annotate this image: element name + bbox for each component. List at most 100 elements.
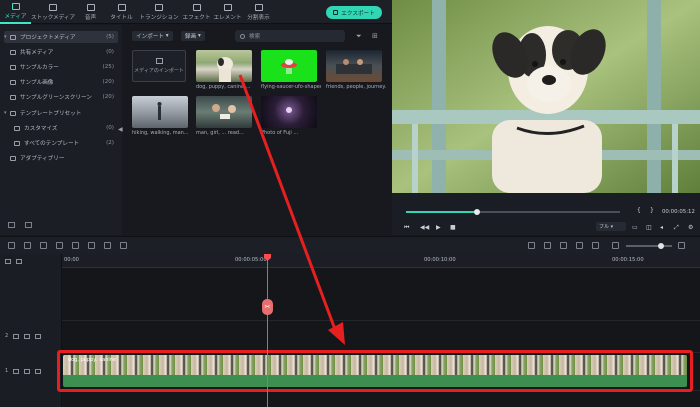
stop-icon[interactable]: ■ [450, 224, 456, 231]
sidebar-item-customize[interactable]: カスタマイズ (0) [14, 122, 118, 134]
sidebar-item-template-presets[interactable]: ▾ テンプレートプリセット [4, 107, 118, 119]
progress-handle[interactable] [473, 209, 480, 215]
sidebar-item-project-media[interactable]: ▾ プロジェクトメディア (5) [4, 31, 118, 43]
timeline-zoom-slider[interactable] [626, 243, 672, 249]
add-track-controls[interactable] [5, 259, 22, 264]
settings-icon[interactable]: ⚙ [688, 224, 693, 231]
import-tile-label: メディアのインポート [134, 68, 184, 74]
grid-view-icon[interactable]: ⊞ [372, 32, 378, 40]
media-thumb-label: friends, people, journey... [326, 84, 386, 90]
sidebar-item-sample-images[interactable]: サンプル画像 (20) [4, 76, 118, 88]
mark-in-icon[interactable]: { [637, 207, 641, 214]
split-icon[interactable] [56, 242, 63, 249]
tab-transition[interactable]: トランジション [137, 0, 181, 24]
sidebar-item-label: カスタマイズ [24, 126, 58, 132]
preview-viewer[interactable] [392, 0, 700, 193]
folder-icon [10, 94, 16, 100]
zoom-out-icon[interactable] [612, 242, 619, 249]
sidebar-item-sample-colors[interactable]: サンプルカラー (25) [4, 61, 118, 73]
sidebar-item-sample-greenscreen[interactable]: サンプルグリーンスクリーン (20) [4, 91, 118, 103]
sidebar-item-all-templates[interactable]: すべてのテンプレート (2) [14, 137, 118, 149]
track-number: 1 [5, 368, 9, 374]
media-thumb-label: Photo of Fuji ... [261, 130, 299, 136]
new-folder-icon[interactable] [8, 222, 15, 228]
media-thumb-dog[interactable] [196, 50, 252, 82]
fullscreen-icon[interactable]: ⤢ [674, 224, 679, 232]
ruler-timecode: 00:00:15:00 [612, 257, 644, 263]
playhead-line[interactable] [267, 254, 268, 407]
sidebar-item-shared-media[interactable]: 共有メディア (0) [4, 46, 118, 58]
tab-label: エレメント [213, 14, 242, 21]
play-icon[interactable]: ▶ [436, 224, 441, 231]
reading-thumbnail [212, 104, 236, 119]
eye-icon[interactable] [35, 368, 42, 374]
redo-icon[interactable] [24, 242, 31, 249]
sidebar-item-adaptive[interactable]: アダプティブリー [4, 152, 118, 164]
snapshot-icon[interactable]: ◫ [646, 224, 652, 231]
mark-out-icon[interactable]: } [650, 207, 654, 214]
sidebar-item-count: (5) [106, 34, 114, 40]
tab-stock-media[interactable]: ストックメディア [31, 0, 75, 24]
hiking-thumbnail [157, 102, 162, 120]
collapse-sidebar-icon[interactable]: ◀ [118, 126, 123, 133]
tab-effect[interactable]: エフェクト [181, 0, 212, 24]
color-icon[interactable] [104, 242, 111, 249]
mixer-icon[interactable] [576, 242, 583, 249]
preview-progress-bar[interactable] [406, 209, 620, 215]
eye-icon[interactable] [35, 333, 42, 339]
preview-zoom-dropdown[interactable]: フル ▾ [596, 222, 626, 231]
filter-icon[interactable]: ⏷ [356, 32, 362, 41]
render-icon[interactable] [528, 242, 535, 249]
tab-media[interactable]: メディア [0, 0, 31, 24]
tab-split-screen[interactable]: 分割表示 [243, 0, 274, 24]
frame-back-icon[interactable]: ◀◀ [420, 224, 429, 231]
lock-icon[interactable] [13, 368, 20, 374]
delete-icon[interactable] [40, 242, 47, 249]
marker-icon[interactable] [544, 242, 551, 249]
mute-icon[interactable] [24, 368, 31, 374]
search-input[interactable]: 検索 [235, 30, 345, 42]
media-thumb-reading[interactable] [196, 96, 252, 128]
volume-icon[interactable]: ◂ [660, 224, 663, 231]
transition-icon [155, 3, 163, 11]
mic-icon[interactable] [560, 242, 567, 249]
add-track-icon[interactable] [5, 259, 11, 264]
undo-icon[interactable] [8, 242, 15, 249]
timeline-ruler[interactable]: 00:00 00:00:05:00 00:00:10:00 00:00:15:0… [62, 254, 700, 268]
media-thumb-hiking[interactable] [132, 96, 188, 128]
media-thumb-fuji[interactable] [261, 96, 317, 128]
tab-element[interactable]: エレメント [212, 0, 243, 24]
media-thumb-friends[interactable] [326, 50, 382, 82]
night-thumbnail [286, 107, 292, 113]
zoom-handle[interactable] [658, 243, 664, 249]
tab-audio[interactable]: 音声 [75, 0, 106, 24]
audio-meter-icon[interactable] [120, 242, 127, 249]
snapshot-icon[interactable] [592, 242, 599, 249]
highlight-frame [57, 350, 693, 392]
sidebar-item-label: サンプル画像 [20, 80, 54, 86]
effect-icon [192, 3, 201, 11]
link-icon[interactable] [16, 259, 22, 264]
mute-icon[interactable] [24, 333, 31, 339]
audio-icon [86, 3, 95, 11]
media-thumb-label: flying-saucer-ufo-shaped... [261, 84, 321, 90]
zoom-in-icon[interactable] [678, 242, 685, 249]
media-thumb-ufo[interactable] [261, 50, 317, 82]
speed-icon[interactable] [88, 242, 95, 249]
import-media-tile[interactable]: メディアのインポート [132, 50, 186, 82]
preview-timecode: 00:00:05:12 [662, 209, 695, 215]
sidebar-item-label: 共有メディア [20, 50, 54, 56]
display-icon[interactable]: ▭ [632, 224, 638, 231]
import-dropdown[interactable]: インポート ▾ [132, 31, 173, 41]
export-button[interactable]: エクスポート [326, 6, 382, 19]
folder-icon[interactable] [25, 222, 32, 228]
tab-title[interactable]: タイトル [106, 0, 137, 24]
sidebar-item-label: プロジェクトメディア [20, 35, 76, 41]
record-dropdown[interactable]: 録画 ▾ [181, 31, 205, 41]
sidebar-item-count: (0) [106, 49, 114, 55]
crop-icon[interactable] [72, 242, 79, 249]
dog-preview-image [392, 0, 700, 193]
step-back-icon[interactable]: ⏮ [404, 224, 409, 232]
lock-icon[interactable] [13, 333, 20, 339]
scissors-icon[interactable]: ✂ [262, 299, 273, 315]
